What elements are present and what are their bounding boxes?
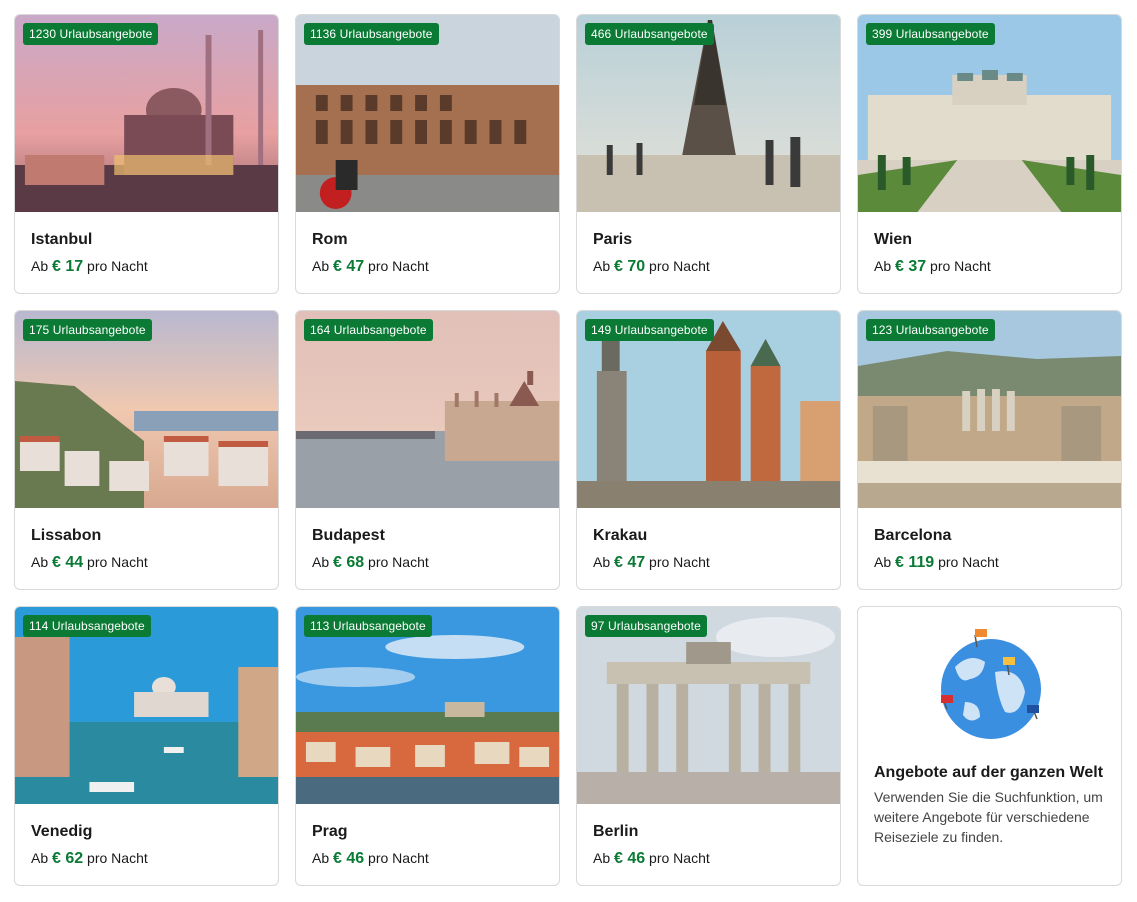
globe-with-flags-icon: [858, 607, 1121, 757]
offer-count-badge: 97 Urlaubsangebote: [585, 615, 707, 637]
worldwide-offers-description: Verwenden Sie die Suchfunktion, um weite…: [874, 789, 1103, 845]
destination-card-wien[interactable]: 399 Urlaubsangebote Wien Ab € 37 pro Nac…: [857, 14, 1122, 294]
city-name: Barcelona: [874, 527, 952, 544]
price-amount: € 47: [333, 258, 365, 275]
offer-count-badge: 399 Urlaubsangebote: [866, 23, 995, 45]
destination-image-berlin: 97 Urlaubsangebote: [577, 607, 840, 804]
price-line: Ab € 68 pro Nacht: [312, 554, 429, 571]
destination-image-budapest: 164 Urlaubsangebote: [296, 311, 559, 508]
offer-count-badge: 113 Urlaubsangebote: [304, 615, 432, 637]
price-amount: € 62: [52, 850, 84, 867]
price-line: Ab € 70 pro Nacht: [593, 258, 710, 275]
offer-count-badge: 123 Urlaubsangebote: [866, 319, 995, 341]
city-name: Budapest: [312, 527, 385, 544]
destination-image-paris: 466 Urlaubsangebote: [577, 15, 840, 212]
city-name: Lissabon: [31, 527, 102, 544]
price-line: Ab € 44 pro Nacht: [31, 554, 148, 571]
city-name: Venedig: [31, 823, 93, 840]
destination-image-barcelona: 123 Urlaubsangebote: [858, 311, 1121, 508]
offer-count-badge: 1136 Urlaubsangebote: [304, 23, 439, 45]
price-line: Ab € 46 pro Nacht: [593, 850, 710, 867]
destination-image-lissabon: 175 Urlaubsangebote: [15, 311, 278, 508]
price-amount: € 44: [52, 554, 84, 571]
destination-image-istanbul: 1230 Urlaubsangebote: [15, 15, 278, 212]
destination-card-budapest[interactable]: 164 Urlaubsangebote Budapest Ab € 68 pro…: [295, 310, 560, 590]
city-name: Istanbul: [31, 231, 93, 248]
destination-card-berlin[interactable]: 97 Urlaubsangebote Berlin Ab € 46 pro Na…: [576, 606, 841, 886]
destination-image-krakau: 149 Urlaubsangebote: [577, 311, 840, 508]
price-amount: € 46: [614, 850, 646, 867]
price-amount: € 119: [895, 554, 935, 571]
price-amount: € 68: [333, 554, 365, 571]
destination-card-prag[interactable]: 113 Urlaubsangebote Prag Ab € 46 pro Nac…: [295, 606, 560, 886]
offer-count-badge: 149 Urlaubsangebote: [585, 319, 714, 341]
destination-card-barcelona[interactable]: 123 Urlaubsangebote Barcelona Ab € 119 p…: [857, 310, 1122, 590]
price-line: Ab € 37 pro Nacht: [874, 258, 991, 275]
city-name: Wien: [874, 231, 913, 248]
offer-count-badge: 164 Urlaubsangebote: [304, 319, 433, 341]
offer-count-badge: 114 Urlaubsangebote: [23, 615, 151, 637]
worldwide-offers-card[interactable]: Angebote auf der ganzen Welt Verwenden S…: [857, 606, 1122, 886]
price-line: Ab € 46 pro Nacht: [312, 850, 429, 867]
destination-image-wien: 399 Urlaubsangebote: [858, 15, 1121, 212]
price-amount: € 47: [614, 554, 646, 571]
price-amount: € 70: [614, 258, 646, 275]
offer-count-badge: 466 Urlaubsangebote: [585, 23, 714, 45]
destination-card-paris[interactable]: 466 Urlaubsangebote Paris Ab € 70 pro Na…: [576, 14, 841, 294]
worldwide-offers-title: Angebote auf der ganzen Welt: [874, 764, 1104, 781]
destination-grid: 1230 Urlaubsangebote Istanbul Ab € 17 pr…: [14, 14, 1122, 886]
destination-card-rom[interactable]: 1136 Urlaubsangebote Rom Ab € 47 pro Nac…: [295, 14, 560, 294]
price-line: Ab € 47 pro Nacht: [312, 258, 429, 275]
city-name: Krakau: [593, 527, 648, 544]
city-name: Prag: [312, 823, 348, 840]
destination-image-prag: 113 Urlaubsangebote: [296, 607, 559, 804]
price-line: Ab € 119 pro Nacht: [874, 554, 999, 571]
price-line: Ab € 47 pro Nacht: [593, 554, 710, 571]
price-amount: € 46: [333, 850, 365, 867]
destination-card-venedig[interactable]: 114 Urlaubsangebote Venedig Ab € 62 pro …: [14, 606, 279, 886]
price-amount: € 37: [895, 258, 927, 275]
destination-card-lissabon[interactable]: 175 Urlaubsangebote Lissabon Ab € 44 pro…: [14, 310, 279, 590]
city-name: Berlin: [593, 823, 639, 840]
destination-card-krakau[interactable]: 149 Urlaubsangebote Krakau Ab € 47 pro N…: [576, 310, 841, 590]
city-name: Paris: [593, 231, 633, 248]
destination-image-venedig: 114 Urlaubsangebote: [15, 607, 278, 804]
destination-card-istanbul[interactable]: 1230 Urlaubsangebote Istanbul Ab € 17 pr…: [14, 14, 279, 294]
offer-count-badge: 175 Urlaubsangebote: [23, 319, 152, 341]
destination-image-rom: 1136 Urlaubsangebote: [296, 15, 559, 212]
price-amount: € 17: [52, 258, 84, 275]
price-line: Ab € 17 pro Nacht: [31, 258, 148, 275]
city-name: Rom: [312, 231, 348, 248]
price-line: Ab € 62 pro Nacht: [31, 850, 148, 867]
offer-count-badge: 1230 Urlaubsangebote: [23, 23, 159, 45]
